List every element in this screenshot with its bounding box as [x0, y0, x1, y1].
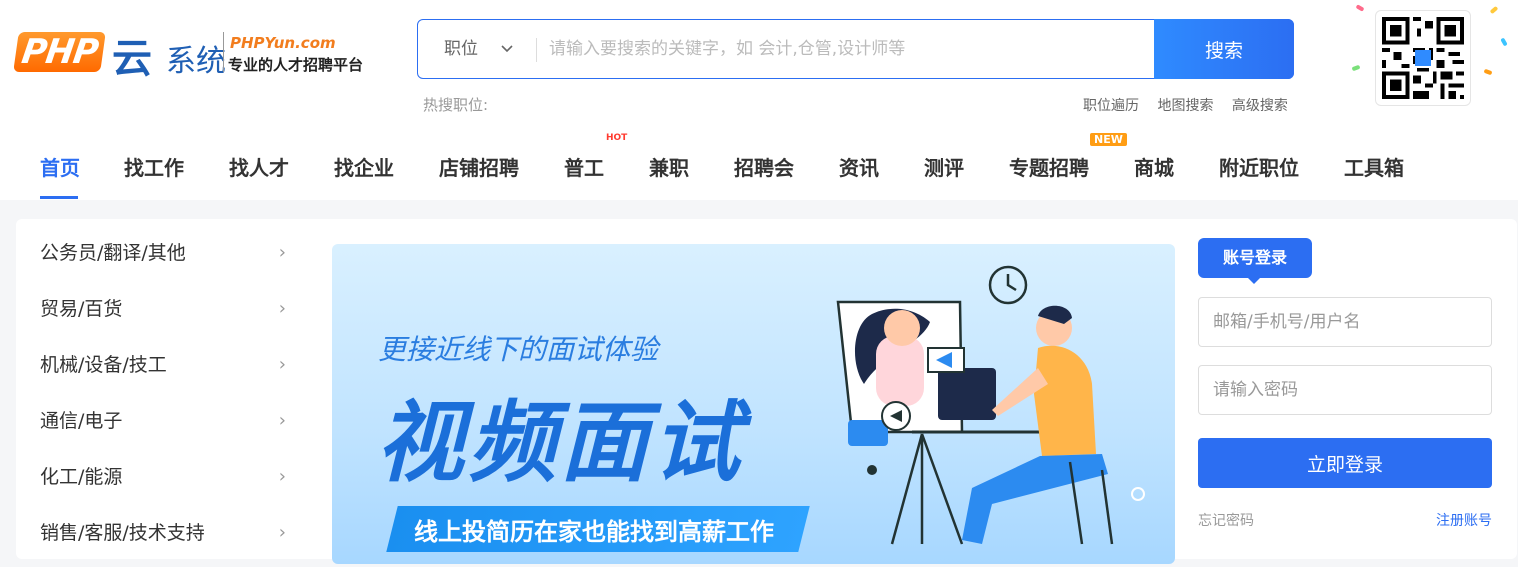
search-input[interactable] [549, 34, 1149, 64]
login-panel: 账号登录 立即登录 忘记密码 注册账号 [1198, 238, 1498, 558]
qr-code-icon [1375, 10, 1471, 106]
nav-item-nearby-jobs[interactable]: 附近职位 [1219, 152, 1299, 181]
username-field[interactable] [1198, 297, 1492, 347]
register-link[interactable]: 注册账号 [1436, 510, 1492, 530]
category-label: 销售/客服/技术支持 [40, 522, 205, 544]
password-field[interactable] [1198, 365, 1492, 415]
chevron-down-icon [500, 20, 514, 103]
banner-title: 视频面试 [376, 391, 745, 494]
banner-video-interview[interactable]: 更接近线下的面试体验 视频面试 线上投简历在家也能找到高薪工作 [332, 244, 1175, 564]
nav-item-home[interactable]: 首页 [40, 152, 80, 181]
category-label: 贸易/百货 [40, 298, 123, 320]
category-label: 机械/设备/技工 [40, 354, 167, 376]
category-list: 公务员/翻译/其他 › 贸易/百货 › 机械/设备/技工 › 通信/电子 › 化工/能源… [40, 219, 290, 555]
category-item[interactable]: 销售/客服/技术支持 › [40, 499, 290, 555]
main-nav: 首页 找工作 找人才 找企业 店铺招聘 普工 兼职 招聘会 资讯 测评 专题招聘… [0, 130, 1518, 200]
confetti-decoration [1355, 4, 1365, 12]
hot-search-label: 热搜职位: [423, 96, 489, 114]
banner-ribbon-text: 线上投简历在家也能找到高薪工作 [414, 518, 774, 546]
nav-item-tools[interactable]: 工具箱 [1344, 152, 1404, 181]
category-item[interactable]: 公务员/翻译/其他 › [40, 219, 290, 275]
category-item[interactable]: 贸易/百货 › [40, 275, 290, 331]
logo-brand-domain: PHPYun.com [230, 34, 336, 52]
nav-item-news[interactable]: 资讯 [839, 152, 879, 181]
nav-item-find-talent[interactable]: 找人才 [229, 152, 289, 181]
search-type-select[interactable]: 职位 [418, 20, 538, 78]
confetti-decoration [1489, 5, 1499, 15]
nav-item-part-time[interactable]: 兼职 [649, 152, 689, 181]
category-item[interactable]: 通信/电子 › [40, 387, 290, 443]
video-interview-illustration [836, 265, 1145, 545]
main-content: 公务员/翻译/其他 › 贸易/百货 › 机械/设备/技工 › 通信/电子 › 化工/能源… [16, 219, 1517, 564]
banner-subtitle: 更接近线下的面试体验 [378, 333, 659, 366]
header: PHP 云 系统 PHPYun.com 专业的人才招聘平台 职位 搜索 热搜职位… [0, 0, 1518, 200]
search-button[interactable]: 搜索 [1154, 19, 1294, 79]
nav-item-find-company[interactable]: 找企业 [334, 152, 394, 181]
link-advanced-search[interactable]: 高级搜索 [1232, 98, 1288, 114]
login-button[interactable]: 立即登录 [1198, 438, 1492, 488]
link-job-traverse[interactable]: 职位遍历 [1083, 98, 1139, 114]
nav-item-special-recruit[interactable]: 专题招聘 [1009, 152, 1089, 181]
search-bar: 职位 搜索 [417, 19, 1294, 79]
category-label: 公务员/翻译/其他 [40, 242, 186, 264]
nav-active-underline [40, 196, 78, 199]
tab-account-login[interactable]: 账号登录 [1198, 238, 1312, 284]
nav-item-find-job[interactable]: 找工作 [124, 152, 184, 181]
qr-code-area [1350, 0, 1518, 110]
logo-sys-text: 系统 [166, 44, 226, 79]
nav-item-assessment[interactable]: 测评 [924, 152, 964, 181]
chevron-right-icon: › [278, 522, 286, 543]
category-item[interactable]: 机械/设备/技工 › [40, 331, 290, 387]
link-map-search[interactable]: 地图搜索 [1157, 98, 1213, 114]
forgot-password-link[interactable]: 忘记密码 [1198, 510, 1254, 530]
logo-divider [223, 32, 224, 72]
logo-slogan: 专业的人才招聘平台 [228, 56, 364, 74]
search-separator [536, 38, 537, 62]
hot-badge: HOT [606, 133, 628, 143]
logo-yun-text: 云 [112, 36, 152, 82]
nav-item-job-fair[interactable]: 招聘会 [734, 152, 794, 181]
confetti-decoration [1483, 68, 1493, 76]
site-logo[interactable]: PHP 云 系统 PHPYun.com 专业的人才招聘平台 [13, 24, 386, 82]
nav-item-general-worker[interactable]: 普工 [564, 152, 604, 181]
confetti-decoration [1351, 64, 1361, 72]
search-sublinks: 职位遍历 地图搜索 高级搜索 [1083, 95, 1302, 115]
category-item[interactable]: 化工/能源 › [40, 443, 290, 499]
nav-item-shop-recruit[interactable]: 店铺招聘 [439, 152, 519, 181]
nav-item-mall[interactable]: 商城 [1134, 152, 1174, 181]
new-badge: NEW [1090, 133, 1127, 146]
logo-php-text: PHP [13, 32, 107, 72]
category-label: 通信/电子 [40, 410, 123, 432]
confetti-decoration [1500, 37, 1508, 47]
search-type-label: 职位 [444, 39, 478, 59]
category-label: 化工/能源 [40, 466, 123, 488]
